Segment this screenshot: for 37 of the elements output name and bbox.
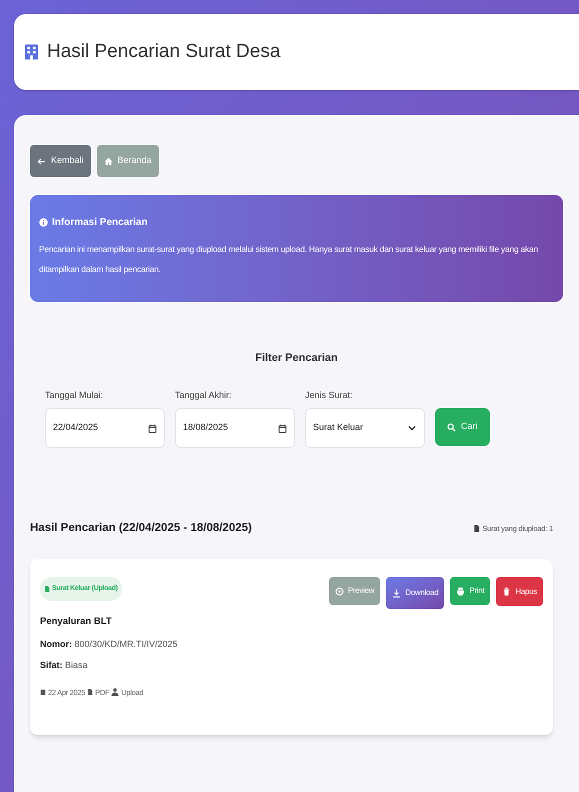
- calendar-icon: [278, 424, 287, 432]
- info-icon: [39, 218, 48, 227]
- trash-icon: [502, 587, 512, 596]
- back-button[interactable]: Kembali: [30, 145, 91, 177]
- results-heading: Hasil Pencarian (22/04/2025 - 18/08/2025): [30, 521, 252, 536]
- file-icon: [87, 688, 94, 696]
- chevron-down-icon: [407, 423, 417, 433]
- info-title: Informasi Pencarian: [52, 216, 148, 230]
- document-icon: [473, 524, 480, 534]
- download-button[interactable]: Download: [386, 577, 444, 610]
- letter-nature: Sifat: Biasa: [40, 659, 89, 672]
- calendar-icon: [148, 424, 157, 432]
- user-upload-icon: [111, 688, 120, 696]
- home-button[interactable]: Beranda: [96, 145, 159, 177]
- calendar-icon: [40, 688, 46, 696]
- select-field[interactable]: Surat Keluar: [305, 408, 425, 448]
- page-title: Hasil Pencarian Surat Desa: [47, 40, 280, 64]
- field-label: Tanggal Mulai:: [45, 388, 104, 402]
- date-field[interactable]: 22/04/2025: [45, 408, 165, 448]
- search-icon: [447, 422, 456, 432]
- search-button[interactable]: Cari: [435, 408, 490, 446]
- home-icon: [104, 156, 113, 166]
- file-icon: [44, 585, 50, 594]
- filter-title: Filter Pencarian: [254, 351, 339, 366]
- preview-button[interactable]: Preview: [328, 577, 380, 606]
- print-button[interactable]: Print: [450, 577, 490, 606]
- field-label: Tanggal Akhir:: [175, 388, 233, 402]
- date-field[interactable]: 18/08/2025: [175, 408, 295, 448]
- arrow-left-icon: [37, 156, 46, 166]
- delete-button[interactable]: Hapus: [496, 577, 543, 606]
- letter-title: Penyaluran BLT: [40, 615, 113, 630]
- eye-icon: [334, 586, 344, 596]
- download-icon: [392, 588, 402, 598]
- info-text: Pencarian ini menampilkan surat-surat yang diupload melalui sistem upload. Hanya surat masuk dan surat keluar yang memiliki file yang akan ditampilkan dalam hasil pencarian.: [39, 243, 539, 276]
- printer-icon: [456, 586, 466, 596]
- field-label: Jenis Surat:: [305, 388, 354, 402]
- letter-number: Nomor: 800/30/KD/MR.TI/IV/2025: [40, 638, 179, 650]
